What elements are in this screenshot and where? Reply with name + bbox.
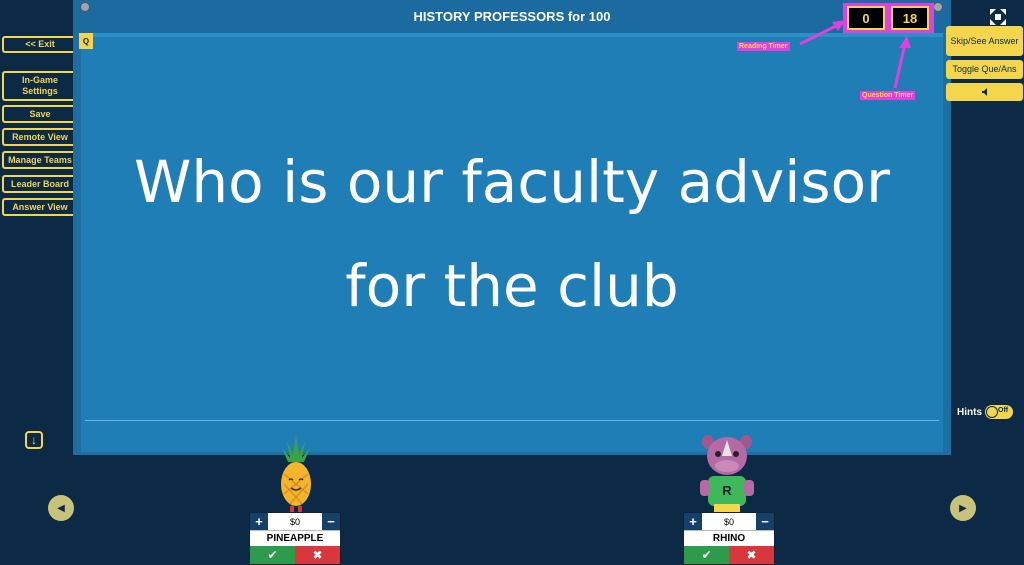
- hints-control[interactable]: Hints Off: [957, 405, 1013, 419]
- team-score: $0: [723, 516, 734, 527]
- save-button[interactable]: Save: [2, 105, 78, 123]
- hints-state: Off: [998, 407, 1009, 414]
- skip-see-answer-button[interactable]: Skip/See Answer: [946, 26, 1023, 56]
- reading-timer-label: Reading Timer: [737, 42, 790, 51]
- team-name: RHINO: [684, 530, 774, 546]
- speaker-icon: [981, 88, 987, 96]
- subtract-points-button[interactable]: −: [756, 513, 774, 530]
- svg-text:R: R: [722, 483, 732, 498]
- correct-button[interactable]: ✔: [250, 546, 295, 564]
- toggle-knob: [986, 406, 998, 418]
- incorrect-button[interactable]: ✖: [295, 546, 340, 564]
- timer-group: 0 18: [843, 3, 934, 33]
- remote-view-button[interactable]: Remote View: [2, 128, 78, 146]
- close-icon: ✖: [746, 548, 757, 562]
- pineapple-avatar: [281, 436, 311, 512]
- check-icon: ✔: [701, 548, 712, 562]
- previous-button[interactable]: ◀: [48, 495, 74, 521]
- reading-timer: 0: [847, 6, 885, 30]
- sound-button[interactable]: [946, 83, 1023, 101]
- team-name: PINEAPPLE: [250, 530, 340, 546]
- board-title: HISTORY PROFESSORS for 100: [73, 0, 951, 33]
- bolt-icon: [80, 2, 90, 12]
- leader-board-button[interactable]: Leader Board: [2, 175, 78, 193]
- bolt-icon: [933, 2, 943, 12]
- answer-view-button[interactable]: Answer View: [2, 198, 78, 216]
- question-timer: 18: [891, 6, 929, 30]
- add-points-button[interactable]: +: [684, 513, 702, 530]
- team-score: $0: [289, 516, 300, 527]
- close-icon: ✖: [312, 548, 323, 562]
- question-text: Who is our faculty advisor for the club: [134, 148, 890, 320]
- add-points-button[interactable]: +: [250, 513, 268, 530]
- toggle-question-answer-button[interactable]: Toggle Que/Ans: [946, 60, 1023, 79]
- hints-toggle[interactable]: Off: [985, 405, 1013, 419]
- next-button[interactable]: ▶: [950, 495, 976, 521]
- team-card-pineapple: + $0 − PINEAPPLE ✔ ✖: [249, 512, 341, 565]
- manage-teams-button[interactable]: Manage Teams: [2, 151, 78, 169]
- team-card-rhino: + $0 − RHINO ✔ ✖: [683, 512, 775, 565]
- exit-button[interactable]: << Exit: [2, 36, 78, 53]
- subtract-points-button[interactable]: −: [322, 513, 340, 530]
- question-timer-label: Question Timer: [860, 91, 916, 100]
- fullscreen-icon[interactable]: [990, 9, 1006, 25]
- incorrect-button[interactable]: ✖: [729, 546, 774, 564]
- in-game-settings-button[interactable]: In-Game Settings: [2, 71, 78, 101]
- check-icon: ✔: [267, 548, 278, 562]
- board-divider: [85, 420, 939, 421]
- hints-label: Hints: [957, 406, 982, 418]
- correct-button[interactable]: ✔: [684, 546, 729, 564]
- question-tag: Q: [79, 33, 93, 49]
- rhino-avatar: R: [700, 435, 754, 512]
- scroll-down-button[interactable]: ↓: [25, 431, 43, 449]
